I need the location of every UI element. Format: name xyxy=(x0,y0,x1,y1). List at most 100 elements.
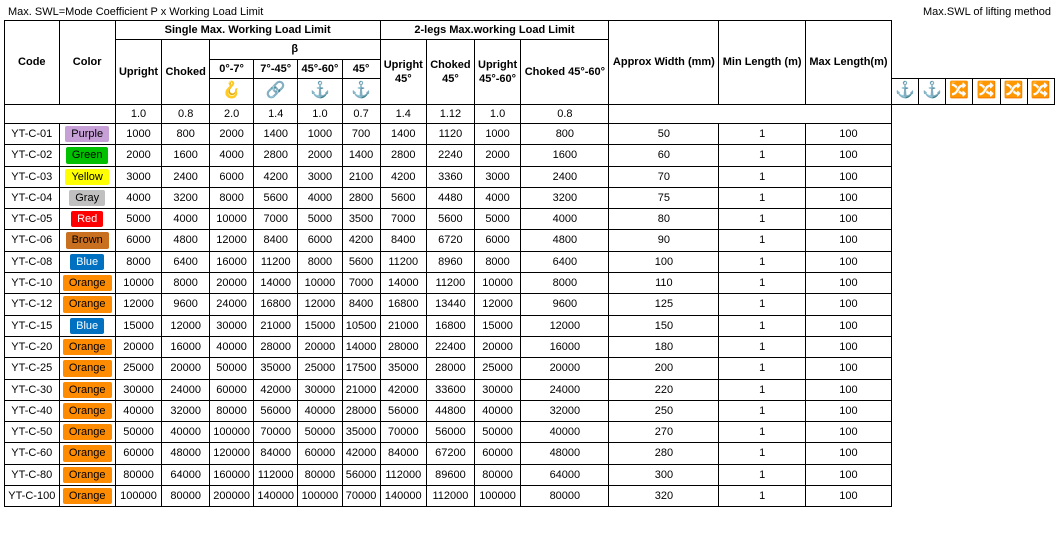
cell-choked: 20000 xyxy=(162,358,210,379)
cell-min-len: 1 xyxy=(719,464,806,485)
cell-min-len: 1 xyxy=(719,336,806,357)
cell-width: 200 xyxy=(609,358,719,379)
cell-a1: 160000 xyxy=(210,464,254,485)
cell-width: 70 xyxy=(609,166,719,187)
cell-min-len: 1 xyxy=(719,123,806,144)
cell-c45: 6720 xyxy=(427,230,475,251)
cell-u45_60: 30000 xyxy=(474,379,521,400)
cell-c45: 112000 xyxy=(427,486,475,507)
cell-a3: 60000 xyxy=(298,443,342,464)
cell-min-len: 1 xyxy=(719,358,806,379)
cell-a1: 80000 xyxy=(210,400,254,421)
icon-upright: 🪝 xyxy=(210,78,254,104)
coeff-choked: 0.8 xyxy=(162,104,210,123)
col-upright45: Upright45° xyxy=(380,40,427,104)
cell-code: YT-C-30 xyxy=(5,379,60,400)
cell-color: Orange xyxy=(59,400,115,421)
cell-upright: 1000 xyxy=(115,123,162,144)
cell-a1: 12000 xyxy=(210,230,254,251)
coeff-angle1: 2.0 xyxy=(210,104,254,123)
table-row: YT-C-12Orange120009600240001680012000840… xyxy=(5,294,1055,315)
color-badge: Orange xyxy=(63,382,112,398)
col-angle3: 45°-60° xyxy=(298,59,342,78)
cell-min-len: 1 xyxy=(719,379,806,400)
color-badge: Orange xyxy=(63,360,112,376)
cell-u45_60: 10000 xyxy=(474,273,521,294)
cell-u45: 140000 xyxy=(380,486,427,507)
cell-width: 80 xyxy=(609,209,719,230)
cell-a2: 35000 xyxy=(254,358,298,379)
cell-width: 90 xyxy=(609,230,719,251)
cell-u45: 1400 xyxy=(380,123,427,144)
col-upright45-60: Upright45°-60° xyxy=(474,40,521,104)
cell-choked: 6400 xyxy=(162,251,210,272)
col-max-length: Max Length(m) xyxy=(805,21,891,105)
icon-u45-60: 🔀 xyxy=(1000,78,1027,104)
cell-width: 125 xyxy=(609,294,719,315)
cell-min-len: 1 xyxy=(719,400,806,421)
cell-upright: 12000 xyxy=(115,294,162,315)
cell-u45: 5600 xyxy=(380,187,427,208)
cell-upright: 10000 xyxy=(115,273,162,294)
cell-min-len: 1 xyxy=(719,251,806,272)
cell-a3: 25000 xyxy=(298,358,342,379)
cell-upright: 50000 xyxy=(115,422,162,443)
cell-a3: 40000 xyxy=(298,400,342,421)
cell-u45_60: 5000 xyxy=(474,209,521,230)
cell-color: Orange xyxy=(59,464,115,485)
icon-u45: 🔀 xyxy=(946,78,973,104)
header-row-coeff: 1.0 0.8 2.0 1.4 1.0 0.7 1.4 1.12 1.0 0.8 xyxy=(5,104,1055,123)
cell-a4: 1400 xyxy=(342,145,380,166)
cell-u45: 2800 xyxy=(380,145,427,166)
cell-a2: 140000 xyxy=(254,486,298,507)
cell-color: Green xyxy=(59,145,115,166)
cell-max-len: 100 xyxy=(805,336,891,357)
color-badge: Brown xyxy=(66,232,109,248)
cell-c45_60: 20000 xyxy=(521,358,609,379)
cell-choked: 24000 xyxy=(162,379,210,400)
cell-u45: 8400 xyxy=(380,230,427,251)
cell-code: YT-C-25 xyxy=(5,358,60,379)
cell-min-len: 1 xyxy=(719,145,806,166)
color-badge: Blue xyxy=(70,254,104,270)
table-row: YT-C-03Yellow300024006000420030002100420… xyxy=(5,166,1055,187)
cell-width: 180 xyxy=(609,336,719,357)
cell-c45_60: 12000 xyxy=(521,315,609,336)
cell-color: Orange xyxy=(59,379,115,400)
cell-u45: 21000 xyxy=(380,315,427,336)
cell-max-len: 100 xyxy=(805,187,891,208)
cell-code: YT-C-100 xyxy=(5,486,60,507)
cell-color: Orange xyxy=(59,273,115,294)
icon-c45-60: 🔀 xyxy=(1027,78,1054,104)
cell-max-len: 100 xyxy=(805,123,891,144)
cell-code: YT-C-08 xyxy=(5,251,60,272)
color-badge: Orange xyxy=(63,488,112,504)
cell-c45: 4480 xyxy=(427,187,475,208)
cell-u45_60: 6000 xyxy=(474,230,521,251)
cell-a1: 4000 xyxy=(210,145,254,166)
cell-min-len: 1 xyxy=(719,486,806,507)
cell-min-len: 1 xyxy=(719,230,806,251)
cell-choked: 80000 xyxy=(162,486,210,507)
cell-c45: 3360 xyxy=(427,166,475,187)
cell-c45_60: 800 xyxy=(521,123,609,144)
color-badge: Orange xyxy=(63,424,112,440)
cell-c45_60: 40000 xyxy=(521,422,609,443)
cell-max-len: 100 xyxy=(805,145,891,166)
color-badge: Yellow xyxy=(65,169,108,185)
header-right: Max.SWL of lifting method xyxy=(923,6,1051,18)
cell-width: 100 xyxy=(609,251,719,272)
cell-c45: 1120 xyxy=(427,123,475,144)
cell-color: Blue xyxy=(59,251,115,272)
cell-min-len: 1 xyxy=(719,209,806,230)
header-row-2: Upright Choked β Upright45° Choked45° Up… xyxy=(5,40,1055,59)
cell-color: Orange xyxy=(59,443,115,464)
cell-min-len: 1 xyxy=(719,443,806,464)
cell-c45: 13440 xyxy=(427,294,475,315)
header-left: Max. SWL=Mode Coefficient P x Working Lo… xyxy=(8,6,263,18)
cell-c45: 22400 xyxy=(427,336,475,357)
cell-code: YT-C-10 xyxy=(5,273,60,294)
cell-code: YT-C-20 xyxy=(5,336,60,357)
table-row: YT-C-01Purple100080020001400100070014001… xyxy=(5,123,1055,144)
cell-max-len: 100 xyxy=(805,209,891,230)
